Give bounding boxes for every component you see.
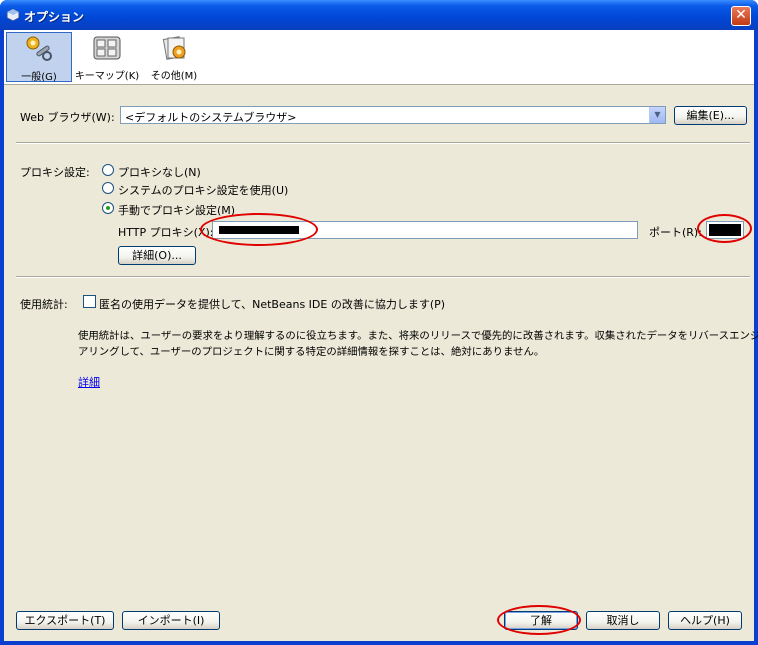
port-label: ポート(R): <box>649 226 702 239</box>
proxy-system-radio[interactable] <box>102 182 114 194</box>
proxy-details-button[interactable]: 詳細(O)... <box>118 246 196 265</box>
tab-general[interactable]: 一般(G) <box>6 32 72 83</box>
proxy-manual-radio[interactable] <box>102 202 114 214</box>
usage-description-line1: 使用統計は、ユーザーの要求をより理解するのに役立ちます。また、将来のリリースで優… <box>78 330 758 342</box>
options-window: オプション ✕ 一般(G) キーマップ(K) その他(M) Web ブラウザ(W… <box>0 0 758 645</box>
annotation-oval <box>497 605 581 635</box>
export-button[interactable]: エクスポート(T) <box>16 611 114 630</box>
separator <box>16 276 750 278</box>
usage-checkbox-label[interactable]: 匿名の使用データを提供して、NetBeans IDE の改善に協力します(P) <box>99 296 445 312</box>
tab-misc[interactable]: その他(M) <box>142 32 206 82</box>
wrench-gear-icon <box>26 36 52 61</box>
browser-select-value: <デフォルトのシステムブラウザ> <box>125 111 297 124</box>
separator <box>16 142 750 144</box>
radio-selected-dot <box>106 206 110 210</box>
http-proxy-label: HTTP プロキシ(X): <box>118 226 214 239</box>
title-bar[interactable]: オプション ✕ <box>0 0 758 30</box>
annotation-oval <box>697 214 752 243</box>
misc-gear-icon <box>162 36 186 60</box>
netbeans-cube-icon <box>6 8 20 22</box>
proxy-manual-label[interactable]: 手動でプロキシ設定(M) <box>118 202 235 218</box>
category-toolbar: 一般(G) キーマップ(K) その他(M) <box>4 30 754 85</box>
browser-select[interactable]: <デフォルトのシステムブラウザ> ▼ <box>120 106 666 124</box>
proxy-none-label[interactable]: プロキシなし(N) <box>118 164 201 180</box>
dialog-body: 一般(G) キーマップ(K) その他(M) Web ブラウザ(W): <デフォル… <box>4 30 758 641</box>
proxy-label: プロキシ設定: <box>20 166 90 179</box>
usage-details-link[interactable]: 詳細 <box>78 374 100 390</box>
window-title: オプション <box>24 10 85 24</box>
proxy-system-label[interactable]: システムのプロキシ設定を使用(U) <box>118 182 288 198</box>
keyboard-icon <box>93 36 121 60</box>
usage-label: 使用統計: <box>20 298 68 311</box>
usage-checkbox[interactable] <box>83 295 96 308</box>
browser-label: Web ブラウザ(W): <box>20 111 115 124</box>
import-button[interactable]: インポート(I) <box>122 611 220 630</box>
tab-keymap-label: キーマップ(K) <box>74 71 140 82</box>
cancel-button[interactable]: 取消し <box>586 611 660 630</box>
tab-keymap[interactable]: キーマップ(K) <box>74 32 140 82</box>
edit-browser-button[interactable]: 編集(E)... <box>674 106 747 125</box>
tab-general-label: 一般(G) <box>21 72 57 83</box>
tab-misc-label: その他(M) <box>150 71 198 82</box>
chevron-down-icon[interactable]: ▼ <box>649 107 665 123</box>
usage-description-line2: アリングして、ユーザーのプロジェクトに関する特定の詳細情報を探すことは、絶対にあ… <box>78 346 545 358</box>
help-button[interactable]: ヘルプ(H) <box>668 611 742 630</box>
close-button[interactable]: ✕ <box>731 6 751 26</box>
proxy-none-radio[interactable] <box>102 164 114 176</box>
annotation-oval <box>200 213 318 246</box>
